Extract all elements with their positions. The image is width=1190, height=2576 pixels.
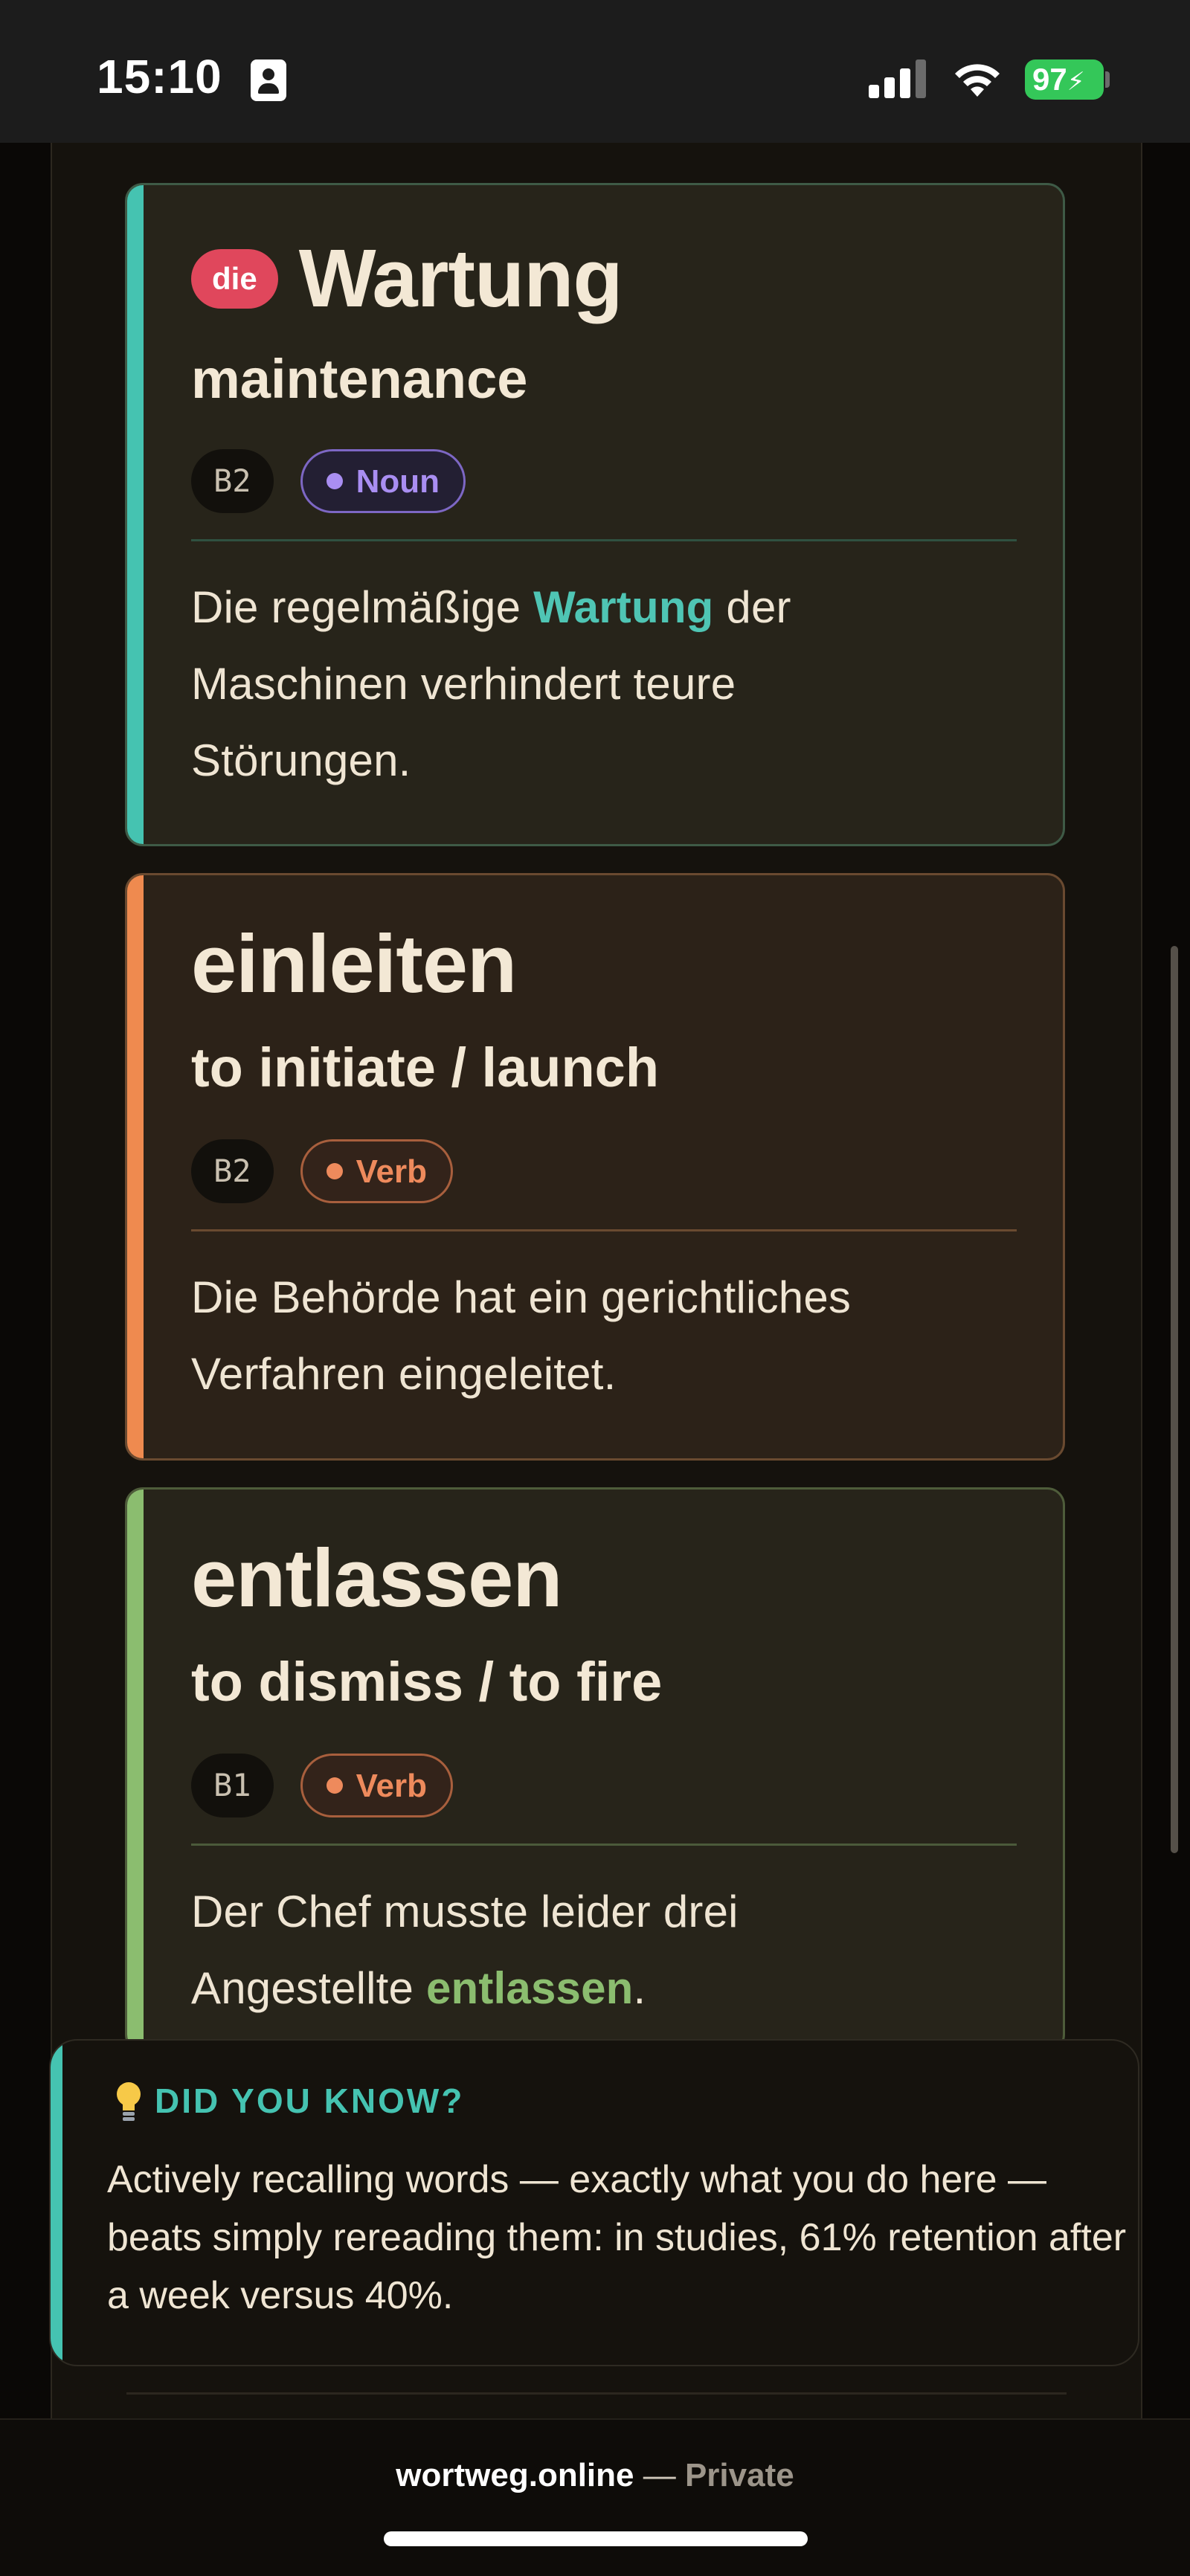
example-text: . (633, 1963, 646, 2013)
card-accent-bar (127, 1490, 144, 2050)
url-display[interactable]: wortweg.online — Private (0, 2457, 1190, 2494)
battery-level: 97 (1032, 62, 1067, 97)
card-divider (191, 539, 1017, 541)
wifi-icon (955, 64, 1000, 97)
example-sentence: Die Behörde hat ein gerichtliches Verfah… (191, 1272, 852, 1399)
card-divider (191, 1844, 1017, 1846)
level-badge: B1 (191, 1754, 274, 1817)
example-highlight: Wartung (533, 582, 714, 632)
tip-accent-bar (51, 2041, 62, 2365)
status-time: 15:10 (97, 50, 222, 103)
cellular-signal-icon (869, 59, 928, 98)
word-card-einleiten[interactable]: einleiten to initiate / launch B2 Verb D… (125, 873, 1065, 1461)
word-card-wartung[interactable]: die Wartung maintenance B2 Noun Die regel… (125, 183, 1065, 846)
card-divider (191, 1229, 1017, 1231)
example-sentence: Die regelmäßige Wartung der Maschinen ve… (191, 569, 935, 799)
did-you-know-card: DID YOU KNOW? Actively recalling words —… (49, 2039, 1139, 2366)
url-separator: — (634, 2457, 685, 2493)
scrollbar[interactable] (1171, 946, 1178, 1853)
part-of-speech-label: Verb (356, 1768, 427, 1804)
battery-cap (1105, 71, 1110, 88)
contact-card-icon (251, 59, 286, 101)
home-indicator[interactable] (384, 2531, 808, 2546)
private-mode-label: Private (684, 2457, 794, 2493)
word-translation: to initiate / launch (191, 1037, 660, 1098)
word-translation: to dismiss / to fire (191, 1651, 663, 1713)
word-title: Wartung (298, 233, 623, 324)
content-divider (126, 2392, 1067, 2395)
example-sentence: Der Chef musste leider drei Angestellte … (191, 1873, 935, 2026)
url-domain: wortweg.online (396, 2457, 634, 2493)
card-accent-bar (127, 185, 144, 844)
word-title: einleiten (191, 918, 517, 1010)
example-text: Die regelmäßige (191, 582, 534, 632)
tag-row: B2 Verb (191, 1139, 453, 1203)
pos-dot-icon (326, 1163, 343, 1180)
part-of-speech-label: Verb (356, 1153, 427, 1190)
status-bar: 15:10 97⚡ (0, 0, 1190, 143)
word-card-entlassen[interactable]: entlassen to dismiss / to fire B1 Verb D… (125, 1487, 1065, 2052)
level-badge: B2 (191, 449, 274, 513)
tag-row: B1 Verb (191, 1754, 453, 1817)
lightbulb-icon (117, 2082, 141, 2121)
tip-text: Actively recalling words — exactly what … (107, 2158, 1127, 2317)
tag-row: B2 Noun (191, 449, 466, 513)
part-of-speech-badge: Noun (300, 449, 466, 513)
word-translation: maintenance (191, 348, 528, 410)
part-of-speech-label: Noun (356, 463, 440, 500)
part-of-speech-badge: Verb (300, 1139, 453, 1203)
tip-title: DID YOU KNOW? (155, 2081, 465, 2120)
pos-dot-icon (326, 473, 343, 490)
article-badge: die (191, 248, 278, 309)
charging-bolt-icon: ⚡ (1067, 68, 1085, 96)
pos-dot-icon (326, 1777, 343, 1794)
browser-url-bar[interactable]: wortweg.online — Private (0, 2418, 1190, 2576)
level-badge: B2 (191, 1139, 274, 1203)
example-highlight: entlassen (425, 1963, 634, 2013)
word-title: entlassen (191, 1533, 562, 1624)
part-of-speech-badge: Verb (300, 1754, 453, 1817)
card-accent-bar (127, 875, 144, 1458)
battery-charging-icon: 97⚡ (1025, 59, 1104, 100)
